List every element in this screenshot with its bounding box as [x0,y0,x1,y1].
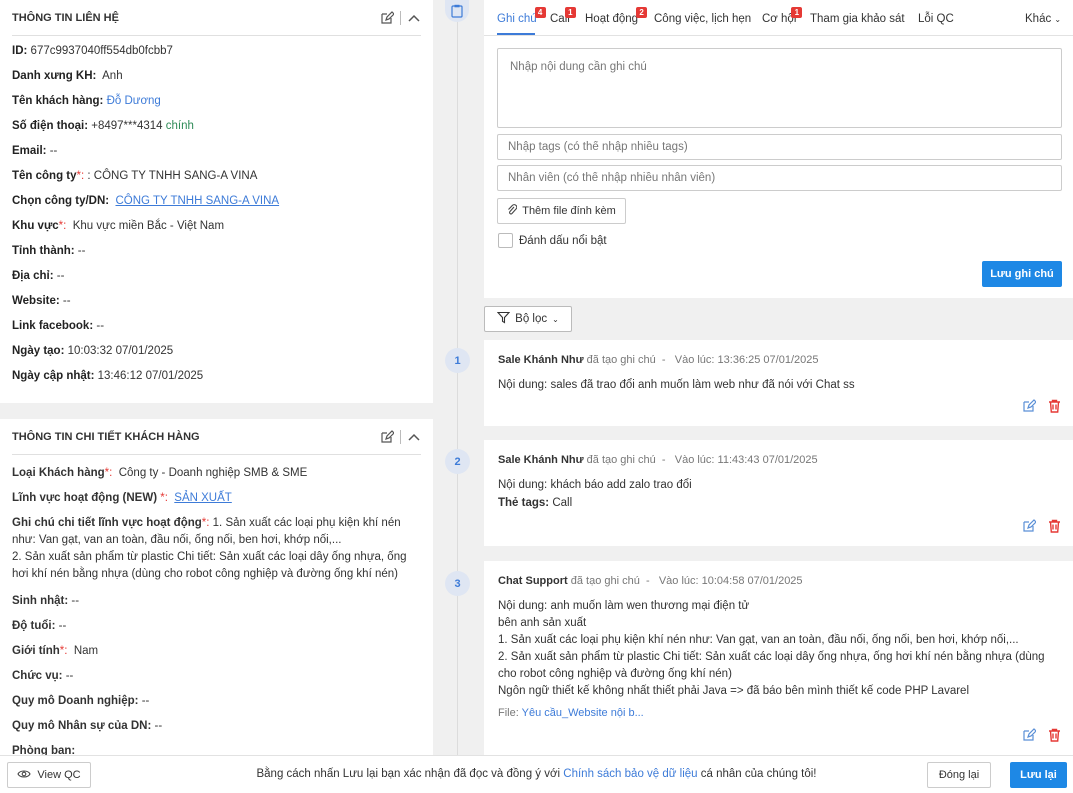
edit-icon[interactable] [1022,399,1037,416]
dept-row: Phòng ban: [12,745,76,755]
highlight-checkbox[interactable] [498,233,513,248]
filter-icon [496,311,511,327]
age-row: Độ tuổi: -- [12,620,67,632]
entry-time: Vào lúc: 13:36:25 07/01/2025 [674,354,819,366]
staff-size-row: Quy mô Nhân sự của DN: -- [12,720,163,732]
customer-detail-card: THÔNG TIN CHI TIẾT KHÁCH HÀNG Loại Khách… [0,419,433,755]
birthday-row: Sinh nhật: -- [12,595,80,607]
tab-badge: 4 [534,7,546,18]
consent-text: Bằng cách nhấn Lưu lại bạn xác nhận đã đ… [256,768,817,780]
tab-activity[interactable]: Hoạt động 2 [585,7,648,25]
tab-call[interactable]: Call 1 [550,7,576,25]
entry-time: Vào lúc: 11:43:43 07/01/2025 [674,454,818,466]
region-row: Khu vực*: Khu vực miền Bắc - Việt Nam [12,220,225,232]
collapse-icon[interactable] [407,11,421,25]
note-editor: Ghi chú 4 Call 1 Hoạt động 2 Công việc, lịc… [484,0,1073,298]
entry-time: Vào lúc: 10:04:58 07/01/2025 [658,575,803,587]
chevron-down-icon: ⌄ [1054,15,1062,24]
note-entry: Chat Support đã tạo ghi chú - Vào lúc: 1… [484,561,1073,755]
footer-bar: View QC Bằng cách nhấn Lưu lại bạn xác n… [0,755,1073,793]
staff-input[interactable] [497,165,1062,191]
contact-info-title: THÔNG TIN LIÊN HỆ [12,11,119,24]
created-row: Ngày tạo: 10:03:32 07/01/2025 [12,345,174,357]
position-row: Chức vụ: -- [12,670,74,682]
chevron-down-icon: ⌄ [552,314,559,324]
edit-icon[interactable] [1022,728,1037,745]
close-button[interactable]: Đóng lại [927,762,991,788]
delete-icon[interactable] [1048,519,1061,536]
tab-more[interactable]: Khác ⌄ [1025,13,1061,25]
tags-input[interactable] [497,134,1062,160]
left-panel: THÔNG TIN LIÊN HỆ ID: 677c9937040ff554db… [0,0,433,755]
collapse-icon[interactable] [407,430,421,444]
privacy-policy-link[interactable]: Chính sách bảo vệ dữ liệu [563,768,697,780]
note-entry: Sale Khánh Như đã tạo ghi chú - Vào lúc:… [484,440,1073,546]
filter-button[interactable]: Bộ lọc ⌄ [484,306,572,332]
tab-opportunity[interactable]: Cơ hội 1 [762,7,803,25]
company-row: Tên công ty*: : CÔNG TY TNHH SANG-A VINA [12,170,258,182]
timeline-number: 1 [445,348,470,373]
address-row: Địa chỉ: -- [12,270,65,282]
tab-tasks[interactable]: Công việc, lịch hẹn [654,13,751,25]
paperclip-icon [507,203,518,219]
customer-detail-title: THÔNG TIN CHI TIẾT KHÁCH HÀNG [12,430,200,443]
delete-icon[interactable] [1048,399,1061,416]
tab-badge: 1 [791,7,803,18]
attach-file-button[interactable]: Thêm file đính kèm [497,198,626,224]
customer-detail-header: THÔNG TIN CHI TIẾT KHÁCH HÀNG [12,419,421,455]
timeline-line [457,0,458,755]
tab-qc-errors[interactable]: Lỗi QC [918,13,954,25]
id-row: ID: 677c9937040ff554db0fcbb7 [12,45,173,57]
tab-notes[interactable]: Ghi chú 4 [497,7,546,25]
activity-tabs: Ghi chú 4 Call 1 Hoạt động 2 Công việc, lịc… [484,0,1073,36]
biz-size-row: Quy mô Doanh nghiệp: -- [12,695,150,707]
highlight-label: Đánh dấu nổi bật [519,235,607,247]
email-row: Email: -- [12,145,58,157]
timeline-number: 3 [445,571,470,596]
note-input[interactable] [497,48,1062,128]
save-note-button[interactable]: Lưu ghi chú [982,261,1062,287]
save-button[interactable]: Lưu lại [1010,762,1067,788]
entry-author: Sale Khánh Như [498,354,584,366]
edit-icon[interactable] [1022,519,1037,536]
edit-icon[interactable] [380,429,395,444]
active-tab-indicator [497,33,535,35]
field-note-row: Ghi chú chi tiết lĩnh vực hoạt động*: 1.… [12,517,407,580]
entry-author: Chat Support [498,575,568,587]
entry-author: Sale Khánh Như [498,454,584,466]
field-row: Lĩnh vực hoạt động (NEW) *: SẢN XUẤT [12,492,232,504]
activity-panel: Ghi chú 4 Call 1 Hoạt động 2 Công việc, lịc… [433,0,1073,755]
attachment-link[interactable]: Yêu cầu_Website nội b... [522,707,644,719]
field-link[interactable]: SẢN XUẤT [174,492,232,504]
website-row: Website: -- [12,295,71,307]
gender-row: Giới tính*: Nam [12,645,99,657]
tab-survey[interactable]: Tham gia khảo sát [810,13,905,25]
clipboard-icon [445,0,469,22]
note-entry: Sale Khánh Như đã tạo ghi chú - Vào lúc:… [484,340,1073,426]
name-row: Tên khách hàng: Đỗ Dương [12,95,161,107]
facebook-row: Link facebook: -- [12,320,105,332]
contact-info-card: THÔNG TIN LIÊN HỆ ID: 677c9937040ff554db… [0,0,433,403]
timeline-number: 2 [445,449,470,474]
tab-badge: 1 [564,7,576,18]
edit-icon[interactable] [380,10,395,25]
customer-name-link[interactable]: Đỗ Dương [107,95,161,107]
phone-primary-tag: chính [165,120,194,132]
phone-row: Số điện thoại: +8497***4314 chính [12,120,194,132]
delete-icon[interactable] [1048,728,1061,745]
tab-badge: 2 [636,7,648,18]
company-link[interactable]: CÔNG TY TNHH SANG-A VINA [116,195,280,207]
updated-row: Ngày cập nhật: 13:46:12 07/01/2025 [12,370,204,382]
salutation-row: Danh xưng KH: Anh [12,70,123,82]
contact-info-header: THÔNG TIN LIÊN HỆ [12,0,421,36]
customer-type-row: Loại Khách hàng*: Công ty - Doanh nghiệp… [12,467,308,479]
province-row: Tỉnh thành: -- [12,245,86,257]
choose-company-row: Chọn công ty/DN: CÔNG TY TNHH SANG-A VIN… [12,195,280,207]
